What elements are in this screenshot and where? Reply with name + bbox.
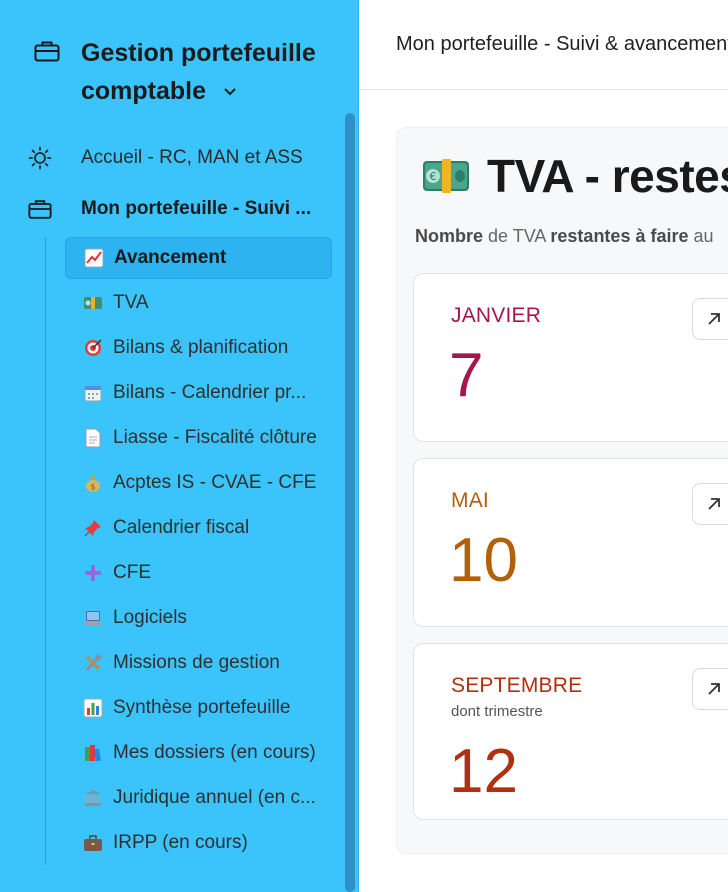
sidebar-item-avancement[interactable]: Avancement (65, 237, 332, 279)
sidebar-item-label: Logiciels (113, 607, 187, 628)
pushpin-icon (82, 517, 104, 539)
nav-item-mon-portefeuille[interactable]: Mon portefeuille - Suivi ... (28, 192, 328, 226)
bar-chart-icon (82, 697, 104, 719)
sun-icon (28, 146, 52, 170)
sidebar-item-missions[interactable]: Missions de gestion (65, 642, 332, 684)
sidebar-item-label: Mes dossiers (en cours) (113, 742, 316, 763)
card-note: dont trimestre (451, 703, 543, 720)
card-month: JANVIER (451, 304, 542, 327)
svg-text:€: € (430, 170, 437, 183)
card-value: 10 (449, 526, 518, 595)
top-bar: Mon portefeuille - Suivi & avancement (360, 0, 728, 90)
page-title-text: TVA - restes (487, 150, 728, 202)
arrow-up-right-icon (708, 683, 720, 695)
sidebar-item-label: Acptes IS - CVAE - CFE (113, 472, 317, 493)
card-month: SEPTEMBRE (451, 674, 583, 697)
chart-increasing-icon (83, 247, 105, 269)
sidebar-item-calendrier-fiscal[interactable]: Calendrier fiscal (65, 507, 332, 549)
arrow-up-right-icon (708, 313, 720, 325)
calendar-icon (82, 382, 104, 404)
sidebar-item-label: Avancement (114, 247, 227, 268)
sidebar-item-bilans-planification[interactable]: Bilans & planification (65, 327, 332, 369)
open-link-button[interactable] (692, 668, 728, 710)
sidebar-item-label: Bilans - Calendrier pr... (113, 382, 307, 403)
sidebar-item-label: Juridique annuel (en c... (113, 787, 316, 808)
plus-icon (82, 562, 104, 584)
card-value: 7 (449, 341, 484, 410)
subtitle-part: restantes à faire (550, 226, 689, 246)
page-title: € TVA - restes (421, 149, 728, 203)
sidebar-item-label: Bilans & planification (113, 337, 289, 358)
nav-item-label: Accueil - RC, MAN et ASS (81, 147, 303, 168)
sidebar-item-label: TVA (113, 292, 149, 313)
nav-item-accueil[interactable]: Accueil - RC, MAN et ASS (28, 141, 328, 175)
sidebar-item-label: Synthèse portefeuille (113, 697, 291, 718)
metric-card-septembre: SEPTEMBRE dont trimestre 12 (413, 643, 728, 820)
direct-hit-icon (82, 337, 104, 359)
sidebar-scrollbar[interactable] (345, 113, 355, 892)
sidebar-item-label: Calendrier fiscal (113, 517, 250, 538)
metric-card-janvier: JANVIER 7 (413, 273, 728, 442)
sidebar-item-label: CFE (113, 562, 151, 583)
sidebar-item-cfe[interactable]: CFE (65, 552, 332, 594)
sidebar-item-irpp[interactable]: IRPP (en cours) (65, 822, 332, 864)
sidebar-item-liasse[interactable]: Liasse - Fiscalité clôture (65, 417, 332, 459)
sidebar-item-logiciels[interactable]: Logiciels (65, 597, 332, 639)
open-link-button[interactable] (692, 298, 728, 340)
laptop-icon (82, 607, 104, 629)
subtitle-part: Nombre (415, 226, 484, 246)
metric-card-mai: MAI 10 (413, 458, 728, 627)
sidebar-item-bilans-calendrier[interactable]: Bilans - Calendrier pr... (65, 372, 332, 414)
money-bag-icon: $ (82, 472, 104, 494)
svg-text:$: $ (90, 483, 95, 492)
breadcrumb[interactable]: Mon portefeuille - Suivi & avancement (396, 33, 728, 56)
sidebar-item-juridique[interactable]: Juridique annuel (en c... (65, 777, 332, 819)
sub-nav-list: Avancement TVA Bilans & planification Bi… (45, 237, 335, 865)
sidebar-item-label: Missions de gestion (113, 652, 280, 673)
sidebar-item-acptes[interactable]: $ Acptes IS - CVAE - CFE (65, 462, 332, 504)
sidebar-item-synthese[interactable]: Synthèse portefeuille (65, 687, 332, 729)
bank-icon (82, 787, 104, 809)
page-icon (82, 427, 104, 449)
open-link-button[interactable] (692, 483, 728, 525)
briefcase-icon (82, 832, 104, 854)
content-panel: € TVA - restes Nombre de TVA restantes à… (396, 127, 728, 854)
briefcase-icon (34, 41, 60, 62)
subtitle-part: de TVA (483, 226, 551, 246)
nav-item-label: Mon portefeuille - Suivi ... (81, 198, 312, 219)
card-month: MAI (451, 489, 489, 512)
chevron-down-icon (224, 88, 236, 96)
sidebar-item-mes-dossiers[interactable]: Mes dossiers (en cours) (65, 732, 332, 774)
arrow-up-right-icon (708, 498, 720, 510)
sidebar-item-label: Liasse - Fiscalité clôture (113, 427, 317, 448)
sidebar-item-label: IRPP (en cours) (113, 832, 248, 853)
sidebar: Gestion portefeuille comptable Accueil -… (0, 0, 359, 892)
books-icon (82, 742, 104, 764)
euro-banknote-icon (82, 292, 104, 314)
sidebar-item-tva[interactable]: TVA (65, 282, 332, 324)
briefcase-icon (28, 200, 52, 219)
euro-banknote-icon: € (423, 159, 469, 193)
page-subtitle: Nombre de TVA restantes à faire au (415, 226, 714, 247)
subtitle-part: au (688, 226, 714, 246)
tools-icon (82, 652, 104, 674)
workspace-title: Gestion portefeuille comptable (81, 39, 316, 105)
card-value: 12 (449, 737, 518, 806)
